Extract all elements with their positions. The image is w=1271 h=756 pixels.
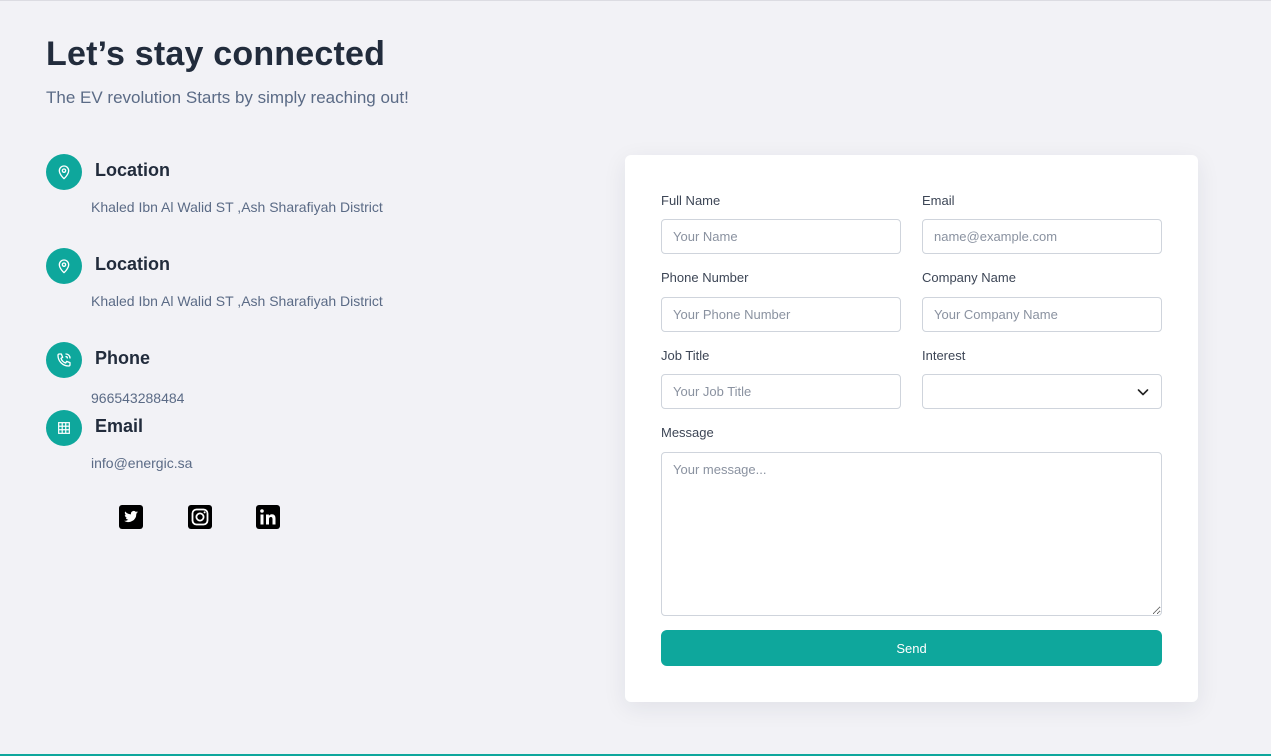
contact-heading: Email	[95, 416, 144, 436]
location-pin-icon	[46, 154, 82, 190]
phone-label: Phone Number	[661, 270, 749, 285]
contact-heading: Location	[95, 254, 170, 274]
interest-select[interactable]	[922, 374, 1162, 409]
contact-heading: Phone	[95, 348, 151, 368]
email-label: Email	[922, 193, 955, 208]
company-label: Company Name	[922, 270, 1016, 285]
instagram-icon[interactable]	[188, 505, 212, 529]
contact-detail: Khaled Ibn Al Walid ST ,Ash Sharafiyah D…	[91, 199, 383, 215]
building-icon	[46, 410, 82, 446]
contact-detail: Khaled Ibn Al Walid ST ,Ash Sharafiyah D…	[91, 293, 383, 309]
contact-heading: Location	[95, 160, 170, 180]
job-title-input[interactable]	[661, 374, 901, 409]
chevron-down-icon	[1137, 389, 1149, 396]
email-input[interactable]	[922, 219, 1162, 254]
contact-detail: 966543288484	[91, 390, 185, 406]
message-textarea[interactable]	[661, 452, 1162, 616]
location-pin-icon	[46, 248, 82, 284]
contact-form: Full Name Email Phone Number Company Nam…	[625, 155, 1198, 702]
interest-label: Interest	[922, 348, 966, 363]
company-input[interactable]	[922, 297, 1162, 332]
full-name-input[interactable]	[661, 219, 901, 254]
phone-input[interactable]	[661, 297, 901, 332]
job-title-label: Job Title	[661, 348, 710, 363]
page-subtitle: The EV revolution Starts by simply reach…	[46, 88, 409, 107]
message-label: Message	[661, 425, 714, 440]
linkedin-icon[interactable]	[256, 505, 280, 529]
phone-icon	[46, 342, 82, 378]
twitter-icon[interactable]	[119, 505, 143, 529]
full-name-label: Full Name	[661, 193, 721, 208]
page-title: Let’s stay connected	[46, 35, 386, 73]
contact-detail: info@energic.sa	[91, 455, 193, 471]
send-button[interactable]: Send	[661, 630, 1162, 666]
